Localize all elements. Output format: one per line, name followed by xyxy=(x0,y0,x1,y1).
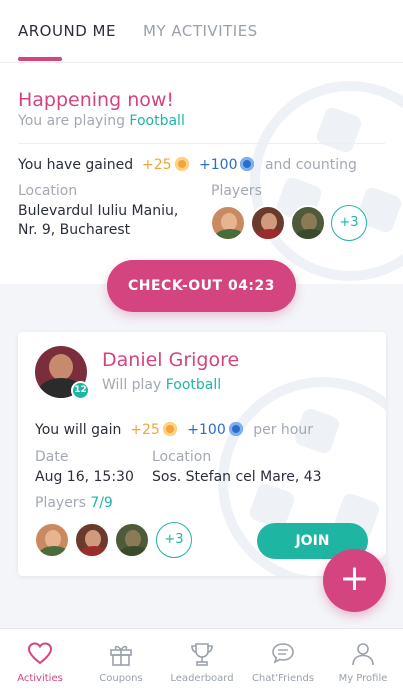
active-tab-indicator xyxy=(18,57,62,61)
football-background-graphic xyxy=(250,81,403,281)
date-value: Aug 16, 15:30 xyxy=(35,469,134,485)
gift-icon xyxy=(110,645,132,666)
happening-now-card: Happening now! You are playing Football … xyxy=(0,62,403,284)
playing-prefix: You are playing xyxy=(18,113,125,129)
gain-suffix: per hour xyxy=(253,422,313,438)
points-value: +100 xyxy=(187,422,226,438)
location-line-1: Bulevardul Iuliu Maniu, xyxy=(18,203,179,219)
nav-label: Coupons xyxy=(99,673,143,684)
player-avatar[interactable] xyxy=(250,205,286,241)
nav-label: Chat'Friends xyxy=(251,673,315,684)
gain-suffix: and counting xyxy=(264,157,357,173)
add-activity-button[interactable]: + xyxy=(323,549,386,612)
location-label: Location xyxy=(18,183,78,199)
coins-value: +25 xyxy=(130,422,160,438)
player-avatar[interactable] xyxy=(34,522,70,558)
nav-label: My Profile xyxy=(338,673,388,684)
will-gain-line: You will gain +25 +100 per hour xyxy=(35,422,313,438)
host-name[interactable]: Daniel Grigore xyxy=(102,349,239,371)
gained-rewards-line: You have gained +25 +100 and counting xyxy=(18,157,357,173)
coins-value: +25 xyxy=(142,157,172,173)
sport-name: Football xyxy=(165,377,222,393)
bottom-navigation: Activities Coupons Leaderboard Chat'Frie… xyxy=(0,628,403,694)
nav-label: Leaderboard xyxy=(170,673,234,684)
more-players-button[interactable]: +3 xyxy=(156,522,192,558)
coin-icon xyxy=(162,422,177,436)
player-avatar[interactable] xyxy=(74,522,110,558)
will-play-prefix: Will play xyxy=(102,377,162,393)
host-level-badge: 12 xyxy=(71,381,90,400)
tab-bar: AROUND ME MY ACTIVITIES xyxy=(0,0,403,62)
players-label: Players xyxy=(211,183,262,199)
points-icon xyxy=(228,422,243,436)
chat-icon xyxy=(272,643,294,664)
heart-icon xyxy=(27,642,53,665)
player-avatar[interactable] xyxy=(114,522,150,558)
location-value: Sos. Stefan cel Mare, 43 xyxy=(152,469,322,485)
nav-label: Activities xyxy=(17,673,63,684)
nav-chat-friends[interactable]: Chat'Friends xyxy=(243,629,323,694)
player-avatar[interactable] xyxy=(210,205,246,241)
players-count-line: Players 7/9 xyxy=(35,495,113,511)
divider xyxy=(18,143,385,144)
player-avatar[interactable] xyxy=(290,205,326,241)
playing-line: You are playing Football xyxy=(18,113,185,129)
nav-coupons[interactable]: Coupons xyxy=(81,629,161,694)
gain-prefix: You have gained xyxy=(18,157,134,173)
sport-name: Football xyxy=(129,113,185,129)
nav-my-profile[interactable]: My Profile xyxy=(323,629,403,694)
date-label: Date xyxy=(35,449,69,465)
will-play-line: Will play Football xyxy=(102,377,221,393)
coin-icon xyxy=(174,157,189,171)
gain-prefix: You will gain xyxy=(35,422,122,438)
checkout-button[interactable]: CHECK-OUT 04:23 xyxy=(107,260,296,312)
tab-around-me[interactable]: AROUND ME xyxy=(18,22,116,40)
nav-leaderboard[interactable]: Leaderboard xyxy=(162,629,242,694)
tab-my-activities[interactable]: MY ACTIVITIES xyxy=(143,22,258,40)
more-players-button[interactable]: +3 xyxy=(331,205,367,241)
players-label: Players xyxy=(35,495,86,511)
points-icon xyxy=(240,157,255,171)
happening-now-title: Happening now! xyxy=(18,89,175,111)
players-count: 7/9 xyxy=(90,495,113,511)
nav-activities[interactable]: Activities xyxy=(0,629,80,694)
points-value: +100 xyxy=(199,157,238,173)
location-line-2: Nr. 9, Bucharest xyxy=(18,222,131,238)
location-label: Location xyxy=(152,449,212,465)
trophy-icon xyxy=(191,643,213,666)
person-icon xyxy=(352,643,374,666)
